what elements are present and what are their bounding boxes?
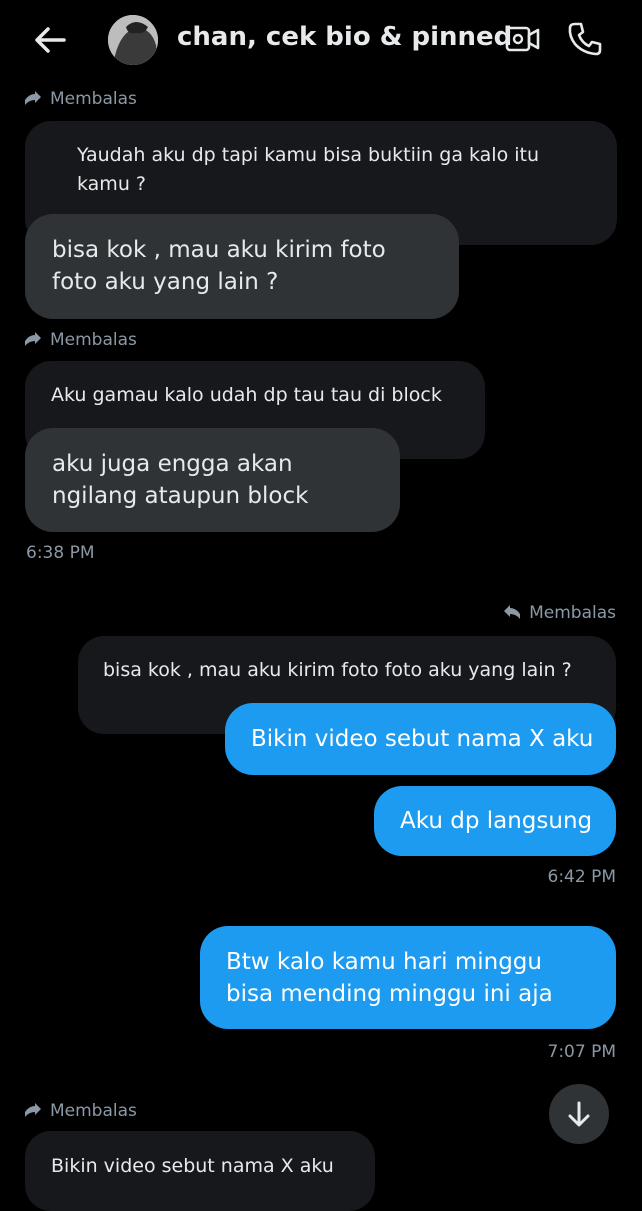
reply-label: Membalas	[24, 330, 137, 350]
incoming-message[interactable]: aku juga engga akan ngilang ataupun bloc…	[25, 428, 400, 532]
outgoing-message[interactable]: Btw kalo kamu hari minggu bisa mending m…	[200, 926, 616, 1029]
message-timestamp: 6:42 PM	[547, 867, 617, 887]
video-call-button[interactable]	[504, 22, 542, 56]
reply-arrow-icon	[25, 91, 41, 105]
incoming-message[interactable]: bisa kok , mau aku kirim foto foto aku y…	[25, 214, 459, 319]
message-timestamp: 6:38 PM	[26, 543, 95, 563]
quoted-message[interactable]: Bikin video sebut nama X aku	[25, 1131, 375, 1211]
back-arrow-icon	[35, 27, 66, 53]
message-timestamp: 7:07 PM	[547, 1042, 617, 1062]
video-call-icon	[505, 26, 540, 52]
reply-arrow-icon	[504, 605, 521, 619]
reply-arrow-icon	[25, 332, 41, 346]
outgoing-message[interactable]: Bikin video sebut nama X aku	[225, 703, 616, 775]
reply-arrow-icon	[25, 1103, 41, 1117]
phone-icon	[568, 22, 602, 56]
reply-label: Membalas	[503, 603, 616, 623]
reply-label: Membalas	[24, 1101, 137, 1121]
phone-call-button[interactable]	[566, 20, 604, 58]
outgoing-message[interactable]: Aku dp langsung	[374, 786, 616, 856]
scroll-to-bottom-button[interactable]	[549, 1084, 609, 1144]
reply-label: Membalas	[24, 89, 137, 109]
avatar[interactable]	[108, 15, 158, 65]
back-button[interactable]	[30, 20, 70, 60]
scroll-down-arrow-icon	[568, 1101, 590, 1127]
conversation-title[interactable]: chan, cek bio & pinned	[177, 22, 512, 52]
